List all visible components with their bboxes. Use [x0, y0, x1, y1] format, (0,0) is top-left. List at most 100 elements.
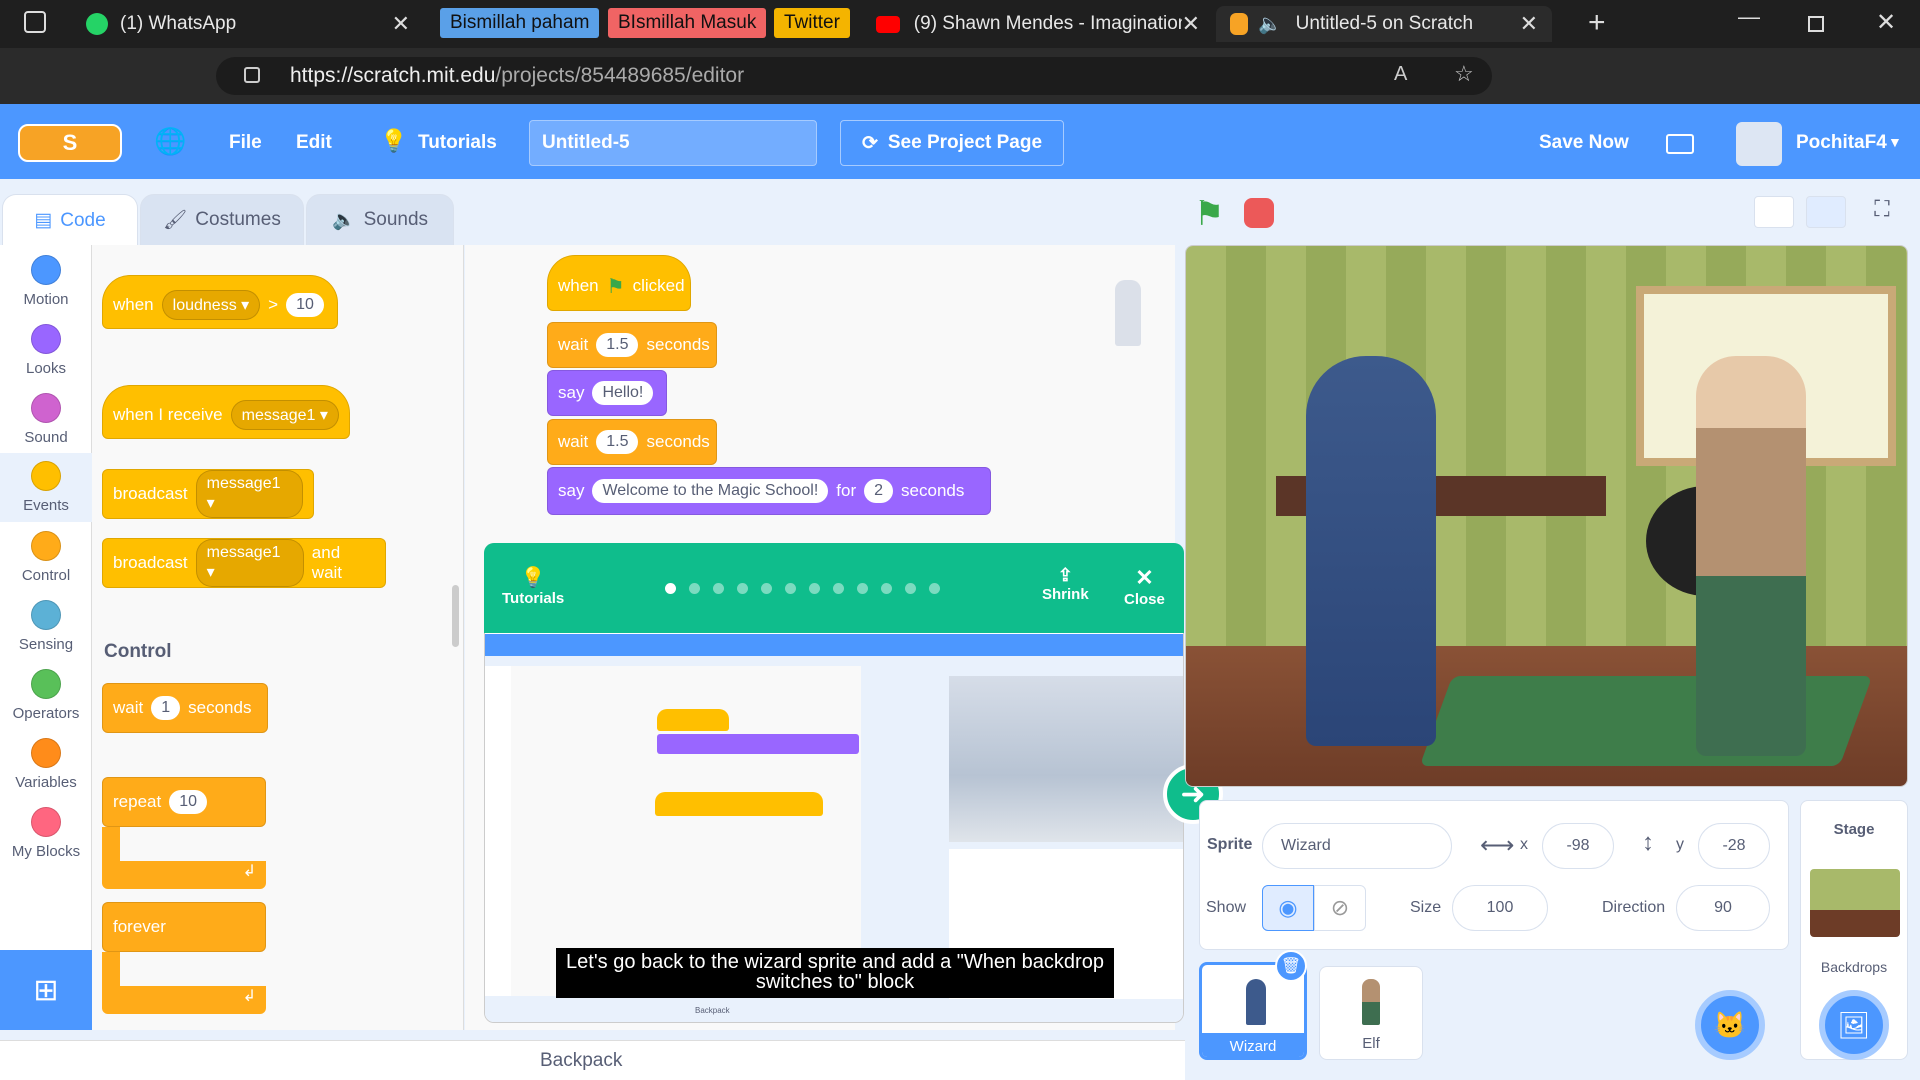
text-input[interactable]: Welcome to the Magic School! — [592, 479, 829, 503]
sprite-tile-elf[interactable]: Elf — [1319, 966, 1423, 1060]
direction-input[interactable]: 90 — [1676, 885, 1770, 931]
choose-backdrop-button[interactable]: 🖼 — [1819, 990, 1889, 1060]
backpack-bar[interactable]: Backpack — [0, 1040, 1185, 1080]
tab-sounds[interactable]: 🔈 Sounds — [306, 194, 454, 246]
block-when-loudness[interactable]: when loudness ▾ > 10 — [102, 275, 338, 329]
category-looks[interactable]: Looks — [0, 324, 92, 377]
message-dropdown[interactable]: message1 ▾ — [195, 470, 303, 518]
green-flag-icon[interactable]: ⚑ — [1194, 194, 1224, 234]
message-dropdown[interactable]: message1 ▾ — [230, 400, 339, 430]
category-events[interactable]: Events — [0, 453, 92, 522]
tutorials-button[interactable]: 💡 Tutorials — [502, 565, 564, 607]
my-stuff-folder-icon[interactable] — [1666, 134, 1694, 154]
palette-scrollbar[interactable] — [452, 585, 459, 647]
add-favorite-icon[interactable]: ☆ — [1454, 61, 1474, 87]
x-input[interactable]: -98 — [1542, 823, 1614, 869]
progress-dot[interactable] — [857, 583, 868, 594]
restore-icon[interactable] — [1808, 16, 1824, 32]
normal-stage-icon[interactable] — [1806, 196, 1846, 228]
progress-dot[interactable] — [833, 583, 844, 594]
language-globe-icon[interactable]: 🌐 — [154, 126, 186, 157]
username[interactable]: PochitaF4 — [1796, 132, 1887, 154]
fullscreen-icon[interactable]: ⛶ — [1862, 196, 1902, 228]
block-forever[interactable]: forever ↲ — [102, 902, 266, 1014]
value-input[interactable]: 1.5 — [596, 430, 639, 454]
value-input[interactable]: 10 — [169, 790, 207, 814]
category-sound[interactable]: Sound — [0, 393, 92, 446]
block-when-i-receive[interactable]: when I receive message1 ▾ — [102, 385, 350, 439]
add-extension-button[interactable]: ⊞ — [0, 950, 92, 1030]
chevron-down-icon[interactable]: ▼ — [1888, 134, 1902, 150]
progress-dot[interactable] — [689, 583, 700, 594]
show-visible-button[interactable]: ◉ — [1262, 885, 1314, 931]
block-wait[interactable]: wait 1.5 seconds — [547, 419, 717, 465]
scratch-logo[interactable]: S — [18, 124, 122, 162]
category-my-blocks[interactable]: My Blocks — [0, 807, 92, 860]
progress-dot[interactable] — [881, 583, 892, 594]
close-button[interactable]: ✕ Close — [1124, 565, 1165, 608]
category-control[interactable]: Control — [0, 531, 92, 584]
menu-tutorials[interactable]: Tutorials — [418, 132, 497, 154]
show-hidden-button[interactable]: ⊘ — [1314, 885, 1366, 931]
backdrop-thumbnail[interactable] — [1810, 869, 1900, 937]
wizard-sprite[interactable] — [1306, 356, 1436, 746]
choose-sprite-button[interactable]: 🐱 — [1695, 990, 1765, 1060]
save-now-button[interactable]: Save Now — [1539, 132, 1629, 154]
progress-dot[interactable] — [905, 583, 916, 594]
read-aloud-icon[interactable]: A — [1394, 63, 1407, 86]
progress-dot[interactable] — [713, 583, 724, 594]
elf-sprite[interactable] — [1696, 356, 1806, 756]
close-icon[interactable]: ✕ — [392, 11, 410, 37]
shrink-button[interactable]: ⇪ Shrink — [1042, 565, 1089, 603]
see-project-page-button[interactable]: ⟳ See Project Page — [840, 120, 1064, 166]
lock-icon[interactable] — [244, 67, 260, 83]
user-avatar[interactable] — [1736, 122, 1782, 166]
menu-edit[interactable]: Edit — [296, 132, 332, 154]
progress-dot[interactable] — [929, 583, 940, 594]
text-input[interactable]: Hello! — [592, 381, 654, 405]
new-tab-icon[interactable]: + — [1588, 6, 1606, 40]
tab-youtube[interactable]: (9) Shawn Mendes - Imagination ✕ — [862, 6, 1214, 42]
tab-actions-icon[interactable] — [24, 11, 46, 33]
tab-code[interactable]: ▤ Code — [2, 194, 138, 246]
tab-scratch[interactable]: 🔈 Untitled-5 on Scratch ✕ — [1216, 6, 1552, 42]
tab-whatsapp[interactable]: (1) WhatsApp ✕ — [72, 6, 424, 42]
progress-dot[interactable] — [809, 583, 820, 594]
address-bar[interactable]: https://scratch.mit.edu/projects/8544896… — [216, 57, 1492, 95]
delete-sprite-button[interactable]: 🗑 — [1275, 950, 1307, 982]
value-input[interactable]: 1.5 — [596, 333, 639, 357]
menu-file[interactable]: File — [229, 132, 262, 154]
progress-dot[interactable] — [785, 583, 796, 594]
block-say-for-seconds[interactable]: say Welcome to the Magic School! for 2 s… — [547, 467, 991, 515]
window-close-icon[interactable]: ✕ — [1876, 8, 1896, 37]
block-wait[interactable]: wait 1.5 seconds — [547, 322, 717, 368]
block-broadcast-and-wait[interactable]: broadcast message1 ▾ and wait — [102, 538, 386, 588]
speaker-icon[interactable]: 🔈 — [1258, 12, 1282, 36]
value-input[interactable]: 1 — [151, 696, 181, 720]
category-sensing[interactable]: Sensing — [0, 600, 92, 653]
progress-dot[interactable] — [737, 583, 748, 594]
category-motion[interactable]: Motion — [0, 255, 92, 308]
value-input[interactable]: 10 — [286, 293, 324, 317]
category-variables[interactable]: Variables — [0, 738, 92, 791]
size-input[interactable]: 100 — [1452, 885, 1548, 931]
close-icon[interactable]: ✕ — [1182, 11, 1200, 37]
tab-costumes[interactable]: 🖌 Costumes — [140, 194, 304, 246]
message-dropdown[interactable]: message1 ▾ — [195, 539, 304, 587]
block-wait[interactable]: wait 1 seconds — [102, 683, 268, 733]
sprite-name-input[interactable]: Wizard — [1262, 823, 1452, 869]
project-title-input[interactable]: Untitled-5 — [529, 120, 817, 166]
block-broadcast[interactable]: broadcast message1 ▾ — [102, 469, 314, 519]
progress-dot[interactable] — [665, 583, 676, 594]
close-icon[interactable]: ✕ — [1520, 11, 1538, 37]
value-input[interactable]: 2 — [864, 479, 894, 503]
stop-icon[interactable] — [1244, 198, 1274, 228]
y-input[interactable]: -28 — [1698, 823, 1770, 869]
category-operators[interactable]: Operators — [0, 669, 92, 722]
block-say[interactable]: say Hello! — [547, 370, 667, 416]
stage[interactable] — [1185, 245, 1908, 787]
bookmark-twitter[interactable]: Twitter — [774, 8, 850, 38]
bookmark-bismillah-masuk[interactable]: BIsmillah Masuk — [608, 8, 767, 38]
block-repeat[interactable]: repeat 10 ↲ — [102, 777, 266, 889]
bookmark-bismillah-paham[interactable]: Bismillah paham — [440, 8, 600, 38]
